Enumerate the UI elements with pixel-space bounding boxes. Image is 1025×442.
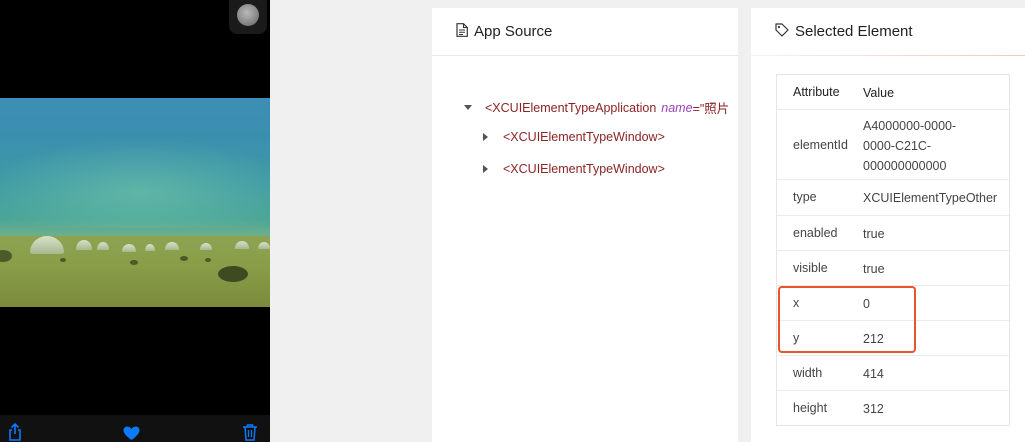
attr-value: true — [863, 227, 885, 241]
table-row: enabled true — [777, 216, 1009, 251]
table-row: type XCUIElementTypeOther — [777, 180, 1009, 216]
sky-glow — [0, 138, 270, 228]
highlight-box — [778, 286, 916, 353]
tree-node-application[interactable]: <XCUIElementTypeApplication name ="照片 — [464, 98, 729, 117]
tree-node-window[interactable]: <XCUIElementTypeWindow> — [483, 162, 665, 176]
table-row: elementId A4000000-0000-0000-C21C-000000… — [777, 110, 1009, 180]
heart-icon[interactable] — [123, 426, 140, 442]
attr-value: 312 — [863, 402, 884, 416]
rock — [130, 260, 138, 265]
dome-tent — [97, 242, 109, 250]
selected-element-header: Selected Element — [751, 8, 1025, 56]
attr-key: width — [793, 366, 823, 380]
table-row: width 414 — [777, 356, 1009, 391]
attribute-table: Attribute Value elementId A4000000-0000-… — [776, 74, 1010, 426]
app-source-panel: App Source <XCUIElementTypeApplication n… — [432, 8, 738, 442]
tree-node-window[interactable]: <XCUIElementTypeWindow> — [483, 130, 665, 144]
caret-right-icon[interactable] — [483, 133, 488, 141]
attr-key: height — [793, 401, 828, 415]
rock — [180, 256, 188, 261]
rock — [60, 258, 66, 262]
attr-value: 414 — [863, 367, 884, 381]
dome-tent — [165, 242, 179, 250]
column-header-attribute: Attribute — [793, 85, 840, 99]
attr-key: elementId — [793, 138, 848, 152]
table-header-row: Attribute Value — [777, 75, 1009, 110]
dome-tent — [258, 242, 270, 249]
caret-down-icon[interactable] — [464, 105, 472, 110]
share-icon[interactable] — [7, 422, 23, 442]
attr-value: A4000000-0000-0000-C21C-000000000000 — [863, 119, 957, 173]
rock — [218, 266, 248, 282]
header-accent-line — [751, 55, 1025, 56]
dome-tent — [200, 243, 212, 250]
file-icon — [456, 22, 474, 41]
attr-value: true — [863, 262, 885, 276]
attr-value: XCUIElementTypeOther — [863, 191, 998, 205]
app-source-header: App Source — [432, 8, 738, 56]
assistive-touch-icon — [237, 4, 259, 26]
app-source-title: App Source — [474, 23, 553, 40]
table-row: visible true — [777, 251, 1009, 286]
column-header-value: Value — [863, 86, 895, 100]
selected-element-title: Selected Element — [795, 23, 913, 40]
application-tag: <XCUIElementTypeApplication — [485, 100, 657, 115]
caret-right-icon[interactable] — [483, 165, 488, 173]
window-tag: <XCUIElementTypeWindow> — [503, 130, 665, 144]
tag-icon — [775, 22, 795, 41]
attr-key: enabled — [793, 226, 838, 240]
application-attr-name: name — [661, 100, 693, 115]
selected-element-panel: Selected Element Attribute Value element… — [751, 8, 1025, 442]
dome-tent — [235, 241, 249, 249]
table-row: height 312 — [777, 391, 1009, 425]
rock — [205, 258, 211, 262]
window-tag: <XCUIElementTypeWindow> — [503, 162, 665, 176]
dome-tent — [122, 244, 136, 252]
trash-icon[interactable] — [242, 423, 258, 442]
attr-key: visible — [793, 261, 828, 275]
device-screen — [0, 0, 270, 442]
photo-toolbar — [0, 415, 270, 442]
dome-tent — [145, 244, 155, 251]
application-attr-value: ="照片 — [692, 102, 730, 116]
attr-key: type — [793, 190, 817, 204]
photo-image[interactable] — [0, 98, 270, 307]
assistive-touch-button[interactable] — [229, 0, 267, 34]
